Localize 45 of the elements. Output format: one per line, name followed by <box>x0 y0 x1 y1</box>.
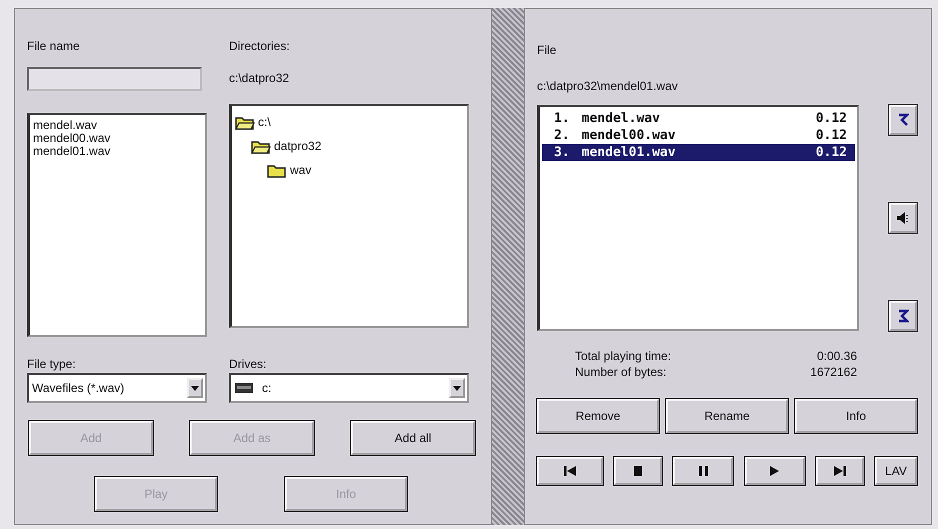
field-label: Drives: <box>229 357 266 371</box>
tree-item[interactable]: datpro32 <box>274 139 322 153</box>
speaker-icon <box>895 210 911 226</box>
file-path: c:\datpro32\mendel01.wav <box>537 79 678 93</box>
stop-icon <box>634 466 642 476</box>
pause-icon <box>698 466 708 476</box>
transport-button[interactable]: LAV <box>874 457 917 485</box>
stat-value: 0:00.36 <box>816 349 857 363</box>
caret-icon <box>453 386 461 390</box>
stat-label: Total playing time: <box>575 349 672 363</box>
file-name-field[interactable] <box>27 67 202 91</box>
stat-value: 1672162 <box>810 365 857 379</box>
transport-button[interactable] <box>744 457 805 485</box>
field-label: Directories: <box>229 39 290 53</box>
skip-forward-icon <box>834 466 846 476</box>
skip-back-icon <box>564 466 576 476</box>
file-item[interactable]: mendel01.wav <box>33 145 110 158</box>
action-button[interactable]: Remove <box>537 399 659 433</box>
drive-dropdown[interactable]: c: <box>229 373 469 403</box>
action-button[interactable]: Info <box>795 399 917 433</box>
transport-button[interactable] <box>673 457 734 485</box>
stat-label: Number of bytes: <box>575 365 666 379</box>
field-label: File type: <box>27 357 76 371</box>
action-button[interactable]: Rename <box>666 399 788 433</box>
file-item[interactable]: mendel00.wav <box>33 132 110 145</box>
side-button[interactable] <box>889 105 917 135</box>
side-button[interactable] <box>889 203 917 233</box>
play-icon <box>770 466 780 476</box>
field-label: File name <box>27 39 80 53</box>
playlist-row[interactable]: 2. mendel00.wav 0.12 <box>542 127 855 144</box>
playlist-row[interactable]: 1. mendel.wav 0.12 <box>542 110 855 127</box>
transport-button[interactable] <box>537 457 603 485</box>
side-button[interactable] <box>889 301 917 331</box>
field-label: File <box>537 43 556 57</box>
caret-icon <box>191 386 199 390</box>
transport-button[interactable] <box>614 457 662 485</box>
file-item[interactable]: mendel.wav <box>33 119 98 132</box>
transport-button[interactable] <box>816 457 864 485</box>
tree-item[interactable]: wav <box>290 163 312 177</box>
drive-icon <box>234 382 254 394</box>
directory-path: c:\datpro32 <box>229 71 290 85</box>
tree-item[interactable]: c:\ <box>258 115 271 129</box>
file-type-dropdown[interactable]: Wavefiles (*.wav) <box>27 373 207 403</box>
playlist-row[interactable]: 3. mendel01.wav 0.12 <box>542 144 855 161</box>
action-button[interactable]: Add all <box>351 421 475 455</box>
